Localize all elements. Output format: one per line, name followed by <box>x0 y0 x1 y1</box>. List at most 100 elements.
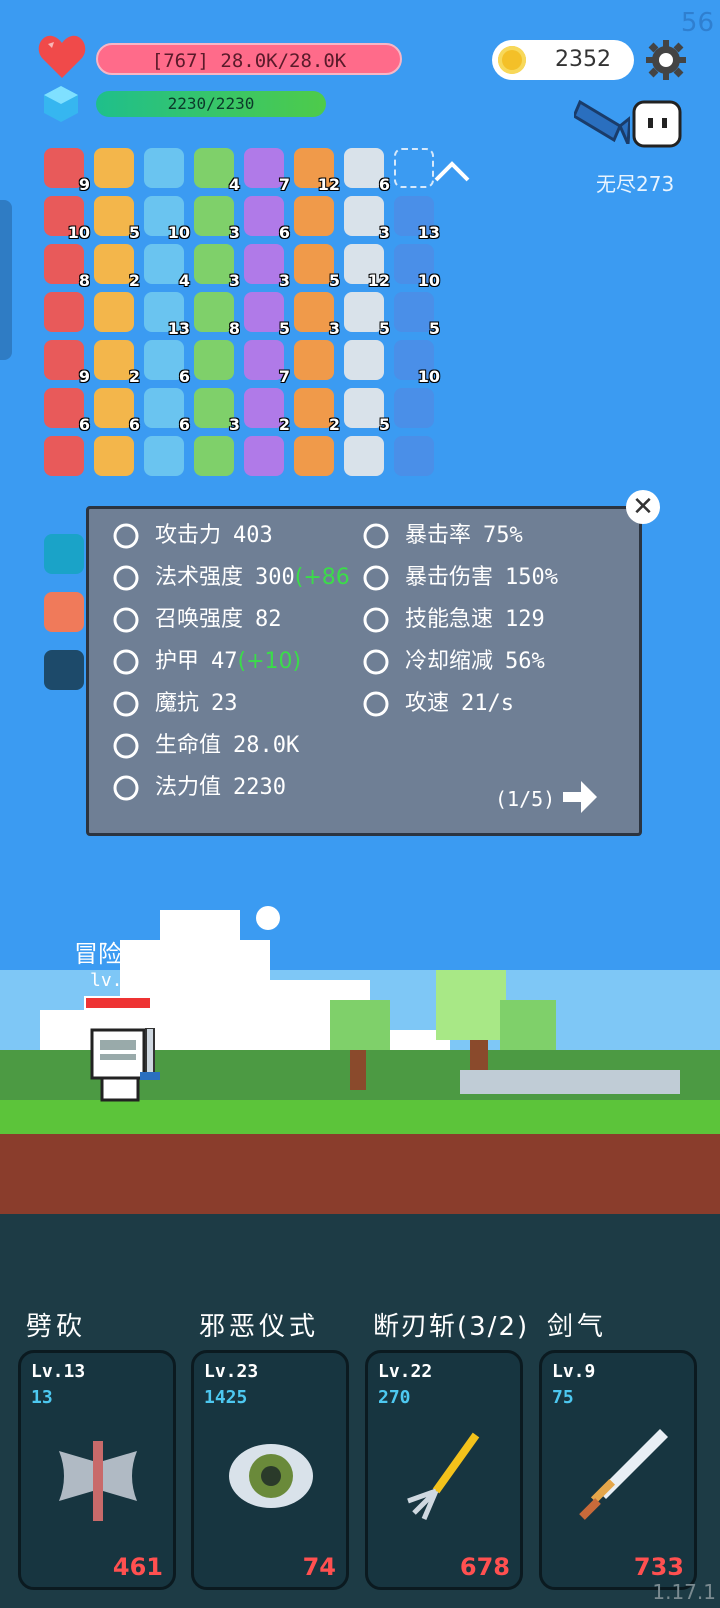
goblin-icon[interactable] <box>244 436 284 476</box>
dagger-icon[interactable]: 7 <box>244 148 290 194</box>
attack-speed-icon <box>363 691 389 717</box>
noose-icon[interactable]: 8 <box>44 244 90 290</box>
chest-icon[interactable] <box>344 436 384 476</box>
shield-icon[interactable] <box>194 436 234 476</box>
note-icon[interactable]: 2 <box>294 388 340 434</box>
potion-icon[interactable]: 10 <box>394 340 440 386</box>
item-count: 10 <box>417 271 440 290</box>
shield-badge-icon[interactable]: 2 <box>94 340 140 386</box>
item-count: 2 <box>328 415 340 434</box>
compass-icon[interactable]: 3 <box>294 292 340 338</box>
stats-page-indicator: (1/5) <box>495 787 556 811</box>
star-burst-icon[interactable] <box>394 436 434 476</box>
summon-icon <box>113 607 139 633</box>
item-count: 7 <box>278 175 290 194</box>
star-card-icon[interactable]: 6 <box>44 388 90 434</box>
target-icon[interactable] <box>294 340 334 380</box>
stat-haste: 技能急速 129 <box>361 601 545 635</box>
spiral-icon[interactable] <box>44 534 84 574</box>
turtle-shell-icon[interactable]: 5 <box>244 292 290 338</box>
drumstick-icon[interactable] <box>44 292 84 332</box>
stat-attack-speed: 攻速 21/s <box>361 685 514 719</box>
scroll-icon[interactable] <box>194 340 234 380</box>
cheese-icon[interactable]: 10 <box>394 244 440 290</box>
briefcase-icon[interactable]: 3 <box>344 196 390 242</box>
stat-crit-rate: 暴击率 75% <box>361 517 523 551</box>
sun-icon[interactable]: 6 <box>344 148 390 194</box>
cauldron-icon[interactable]: 5 <box>344 292 390 338</box>
pill-icon[interactable] <box>344 340 384 380</box>
inventory-grid: 9 4 7 12 6 10 5 10 3 6 3 13 8 2 4 3 3 5 12 10 13 8 5 3 5 5 9 2 6 7 10 6… <box>44 148 484 508</box>
fish-icon[interactable] <box>574 98 630 144</box>
skill-card[interactable]: Lv.9 75 733 <box>539 1350 697 1590</box>
money-icon[interactable]: 5 <box>344 388 390 434</box>
item-count: 10 <box>167 223 190 242</box>
magnet-icon[interactable] <box>94 148 134 188</box>
pineapple-icon[interactable]: 4 <box>194 148 240 194</box>
ghost-plant-icon[interactable]: 4 <box>144 244 190 290</box>
stat-heart: 生命值 28.0K <box>111 727 299 761</box>
item-count: 3 <box>228 415 240 434</box>
ghost-pet-icon[interactable] <box>632 100 682 148</box>
bullseye-icon[interactable] <box>294 436 334 476</box>
gold-counter[interactable]: 2352 <box>492 40 634 80</box>
lightbulb-frame-icon[interactable] <box>44 650 84 690</box>
crystal-ball-icon[interactable]: 10 <box>144 196 190 242</box>
skill-card[interactable]: Lv.13 13 461 <box>18 1350 176 1590</box>
item-count: 13 <box>167 319 190 338</box>
syringe-icon[interactable]: 9 <box>44 148 90 194</box>
heart-icon[interactable]: 12 <box>294 148 340 194</box>
viking-helmet-icon[interactable] <box>94 292 134 332</box>
skill-damage: 733 <box>633 1553 684 1581</box>
clipboard-icon[interactable]: 3 <box>194 388 240 434</box>
lightbulb-icon[interactable]: 7 <box>244 340 290 386</box>
skill-card[interactable]: Lv.22 270 678 <box>365 1350 523 1590</box>
hero-knight-sprite[interactable] <box>86 1028 162 1102</box>
collapse-chevron-up-icon[interactable] <box>432 158 472 184</box>
strawberry-icon[interactable]: 10 <box>44 196 90 242</box>
sunflower-icon[interactable]: 2 <box>94 244 140 290</box>
stat-label: 暴击率 <box>405 523 472 548</box>
chat-bubble-icon[interactable]: 6 <box>144 388 190 434</box>
double-axe-icon[interactable]: 13 <box>144 292 190 338</box>
stat-mana: 法力值 2230 <box>111 769 286 803</box>
mana-bar: 2230/2230 <box>96 91 326 117</box>
meat-icon[interactable] <box>44 592 84 632</box>
apple-icon[interactable]: 12 <box>344 244 390 290</box>
settings-gear-icon[interactable] <box>646 40 686 80</box>
skill-card[interactable]: Lv.23 1425 74 <box>191 1350 349 1590</box>
sword-icon[interactable] <box>144 148 184 188</box>
hearts-icon[interactable]: 5 <box>394 292 440 338</box>
bow-icon[interactable]: 6 <box>94 388 140 434</box>
stat-value: 300 <box>255 565 295 590</box>
spiked-mace-icon[interactable]: 3 <box>194 196 240 242</box>
empty-slot-icon[interactable] <box>394 148 434 188</box>
next-page-arrow-icon[interactable] <box>563 779 599 815</box>
close-stats-button[interactable]: ✕ <box>626 490 660 524</box>
item-count: 4 <box>178 271 190 290</box>
side-drawer-handle[interactable] <box>0 200 12 360</box>
battery-icon[interactable] <box>394 388 434 428</box>
sparkle-icon[interactable]: 13 <box>394 196 440 242</box>
item-count: 2 <box>128 367 140 386</box>
item-count: 5 <box>328 271 340 290</box>
cloud-icon[interactable]: 3 <box>244 244 290 290</box>
item-count: 12 <box>367 271 390 290</box>
skill-damage: 461 <box>112 1553 163 1581</box>
gift-icon[interactable]: 6 <box>144 340 190 386</box>
stat-label: 攻速 <box>405 691 450 716</box>
shirt-icon[interactable]: 6 <box>244 196 290 242</box>
fire-arrows-icon[interactable] <box>94 436 134 476</box>
dice-icon[interactable]: 3 <box>194 244 240 290</box>
mana-icon <box>113 775 139 801</box>
skill-level: Lv.23 <box>204 1361 259 1382</box>
sock-icon[interactable] <box>44 436 84 476</box>
item-count: 10 <box>417 367 440 386</box>
tombstone-icon[interactable]: 9 <box>44 340 90 386</box>
ghost-icon[interactable]: 8 <box>194 292 240 338</box>
map-icon[interactable] <box>294 196 334 236</box>
icecream-icon[interactable]: 5 <box>94 196 140 242</box>
envelope-icon[interactable]: 5 <box>294 244 340 290</box>
bat-icon[interactable] <box>144 436 184 476</box>
grenade-icon[interactable]: 2 <box>244 388 290 434</box>
